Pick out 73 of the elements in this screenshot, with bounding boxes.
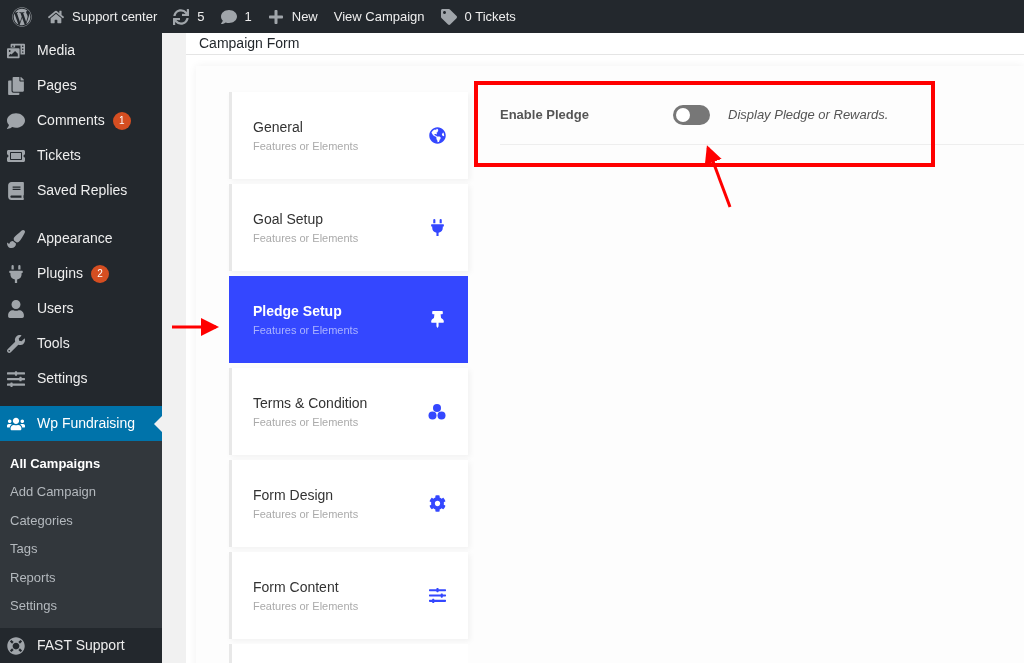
settings-tab[interactable]: Goal Setup Features or Elements [229, 184, 468, 271]
three-circles-icon [428, 403, 446, 420]
gear-icon [429, 495, 446, 512]
toolbar-link[interactable]: 0 Tickets [440, 6, 516, 27]
wordpress-logo-icon[interactable] [12, 6, 32, 27]
setting-description: Display Pledge or Rewards. [728, 106, 889, 125]
settings-tab[interactable]: Terms & Condition Features or Elements [229, 368, 468, 455]
pages-icon [7, 76, 25, 95]
sidebar-item[interactable]: Wp Fundraising [0, 406, 162, 441]
toolbar-link[interactable]: New [267, 6, 318, 27]
sidebar-item[interactable]: Saved Replies [0, 173, 162, 208]
toolbar-link[interactable]: View Campaign [333, 6, 425, 27]
settings-tab[interactable]: Form Design Features or Elements [229, 460, 468, 547]
sidebar-item[interactable]: Tickets [0, 138, 162, 173]
plug-icon [429, 219, 446, 236]
annotation-arrow [172, 318, 219, 336]
pin-icon [429, 311, 446, 328]
tab-title: Form Design [253, 485, 335, 505]
sliders-icon [429, 587, 446, 604]
sidebar-item[interactable]: Users [0, 291, 162, 326]
home-icon [48, 8, 64, 25]
submenu-item[interactable]: Add Campaign [0, 477, 162, 506]
speech-bubble-icon [220, 8, 237, 25]
toolbar-link[interactable]: Support center [48, 6, 158, 27]
toggle-switch[interactable] [673, 105, 710, 125]
tab-title: Pledge Setup [253, 301, 343, 321]
plug-icon [7, 264, 25, 283]
speech-bubble-icon [7, 111, 25, 130]
sidebar-item[interactable]: Appearance [0, 221, 162, 256]
sidebar-item[interactable]: Settings [0, 361, 162, 396]
count-badge: 1 [112, 111, 131, 130]
globe-icon [429, 127, 446, 144]
setting-label: Enable Pledge [500, 106, 590, 125]
tab-subtitle: Features or Elements [253, 598, 359, 614]
submenu-item[interactable]: Settings [0, 591, 162, 620]
refresh-icon [173, 8, 190, 25]
toolbar-link[interactable]: 5 [173, 6, 205, 27]
brush-icon [7, 229, 25, 248]
sidebar-item[interactable]: Comments 1 [0, 103, 162, 138]
tab-subtitle: Features or Elements [253, 230, 359, 246]
life-ring-icon [7, 636, 25, 655]
sidebar-item[interactable]: FAST Support [0, 628, 162, 663]
panel-title: Campaign Form [199, 34, 300, 53]
tab-title: General [253, 117, 304, 137]
settings-tab[interactable]: Pledge Setup Features or Elements [229, 276, 468, 363]
media-icon [7, 41, 25, 60]
current-pointer-icon [154, 416, 162, 432]
settings-tab[interactable]: Form Content Features or Elements [229, 552, 468, 639]
submenu-item[interactable]: Categories [0, 506, 162, 535]
sliders-icon [7, 369, 25, 388]
user-icon [7, 299, 25, 318]
wrench-icon [7, 334, 25, 353]
tab-title: Form Content [253, 577, 340, 597]
sidebar-item[interactable]: Media [0, 33, 162, 68]
submenu-item[interactable]: All Campaigns [0, 449, 162, 478]
count-badge: 2 [90, 264, 109, 283]
book-icon [7, 181, 25, 200]
submenu-item[interactable]: Reports [0, 563, 162, 592]
settings-tab[interactable]: General Features or Elements [229, 92, 468, 179]
toolbar-link[interactable]: 1 [220, 6, 252, 27]
plus-icon [267, 8, 284, 25]
tab-subtitle: Features or Elements [253, 322, 359, 338]
sidebar-item[interactable]: Pages [0, 68, 162, 103]
sidebar-item[interactable]: Tools [0, 326, 162, 361]
annotation-arrow [704, 145, 732, 208]
tab-subtitle: Features or Elements [253, 414, 360, 430]
tab-subtitle: Features or Elements [253, 138, 359, 154]
tab-title: Terms & Condition [253, 393, 368, 413]
tab-title: Goal Setup [253, 209, 325, 229]
sidebar-item[interactable]: Plugins 2 [0, 256, 162, 291]
tag-icon [440, 8, 457, 25]
tab-subtitle: Features or Elements [253, 506, 359, 522]
submenu-item[interactable]: Tags [0, 534, 162, 563]
